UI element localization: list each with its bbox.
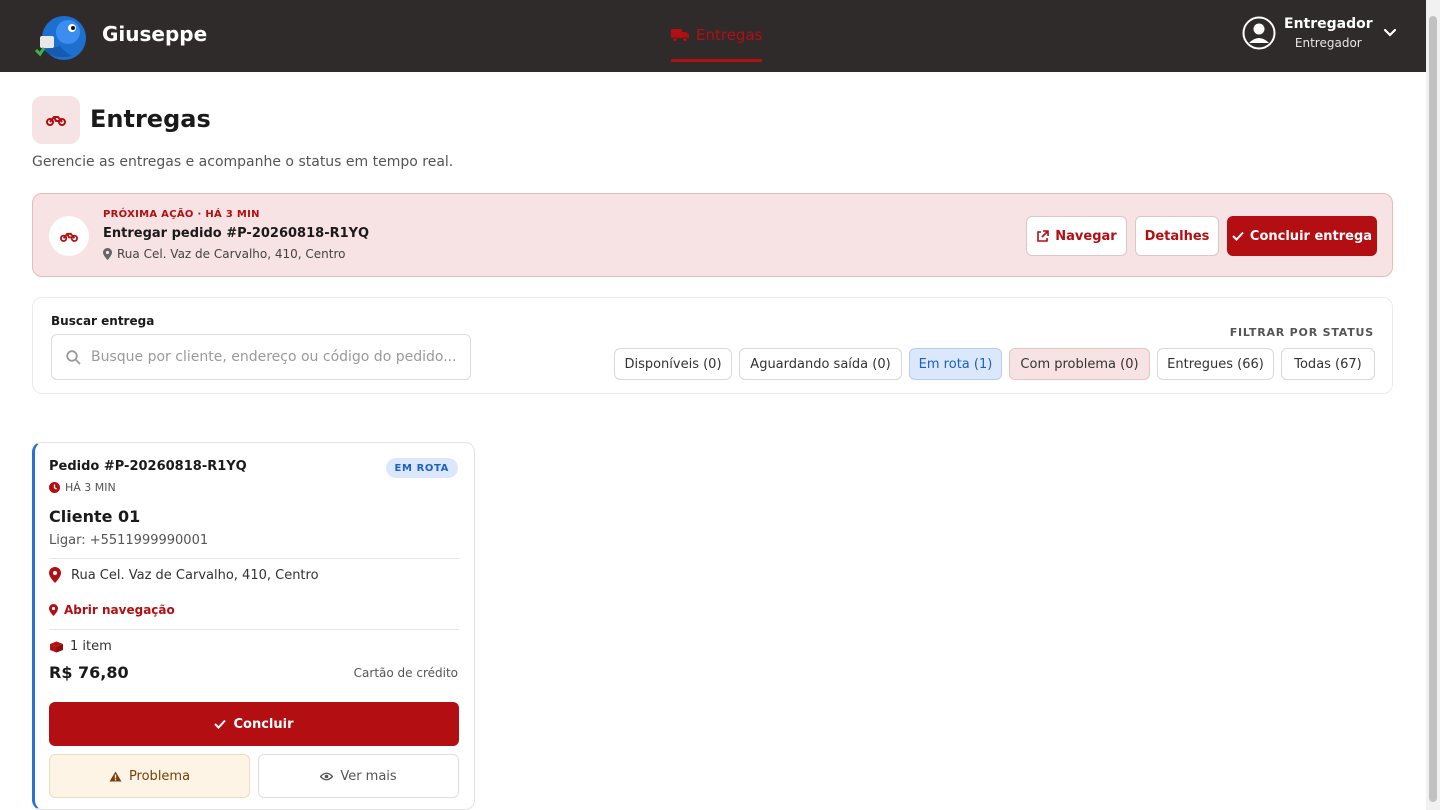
search-input[interactable] xyxy=(91,349,461,365)
card-phone-link[interactable]: Ligar: +5511999990001 xyxy=(49,533,208,548)
card-time: HÁ 3 MIN xyxy=(49,481,116,494)
map-pin-icon xyxy=(49,567,61,583)
next-action-address: Rua Cel. Vaz de Carvalho, 410, Centro xyxy=(103,247,346,261)
filter-chip-aguardando-saida[interactable]: Aguardando saída (0) xyxy=(739,348,902,380)
tab-entregas-label: Entregas xyxy=(696,26,763,44)
next-action-kicker: PRÓXIMA AÇÃO · HÁ 3 MIN xyxy=(103,209,260,220)
details-button[interactable]: Detalhes xyxy=(1135,216,1219,256)
page-icon xyxy=(32,96,80,144)
filter-status-title: FILTRAR POR STATUS xyxy=(1229,326,1374,339)
box-icon xyxy=(50,641,63,652)
search-icon xyxy=(66,349,81,365)
user-avatar-icon xyxy=(1242,16,1276,50)
conclude-delivery-button[interactable]: Concluir entrega xyxy=(1227,216,1377,256)
details-button-label: Detalhes xyxy=(1144,228,1210,244)
chevron-down-icon[interactable] xyxy=(1383,28,1397,38)
page-title: Entregas xyxy=(90,105,211,133)
filter-chip-em-rota[interactable]: Em rota (1) xyxy=(909,348,1002,380)
user-name: Entregador xyxy=(1284,16,1373,32)
external-link-icon xyxy=(1037,229,1050,242)
filter-panel: Buscar entrega FILTRAR POR STATUS Dispon… xyxy=(32,297,1393,394)
motorcycle-icon xyxy=(46,116,66,126)
navigate-button-label: Navegar xyxy=(1055,228,1117,244)
motorcycle-icon xyxy=(60,232,78,242)
tab-entregas[interactable]: Entregas xyxy=(671,26,763,62)
scrollbar-thumb[interactable] xyxy=(1429,16,1437,802)
next-action-icon-wrap xyxy=(49,216,89,256)
search-box[interactable] xyxy=(51,334,471,380)
conclude-delivery-label: Concluir entrega xyxy=(1249,228,1373,244)
chameleon-logo-icon[interactable] xyxy=(34,10,90,64)
user-role: Entregador xyxy=(1294,36,1362,50)
user-info: Entregador Entregador xyxy=(1284,16,1373,50)
map-pin-icon xyxy=(49,604,58,616)
check-icon xyxy=(1232,231,1244,241)
top-bar: Giuseppe Entregas Entregador Entregador xyxy=(0,0,1426,72)
clock-icon xyxy=(49,482,60,493)
card-time-text: HÁ 3 MIN xyxy=(65,481,116,494)
card-items-text: 1 item xyxy=(70,639,112,654)
card-address-text: Rua Cel. Vaz de Carvalho, 410, Centro xyxy=(71,567,319,583)
card-client-name: Cliente 01 xyxy=(49,507,141,526)
view-more-label: Ver mais xyxy=(340,768,397,784)
card-price: R$ 76,80 xyxy=(49,663,129,682)
warning-icon xyxy=(109,771,122,781)
page-subtitle: Gerencie as entregas e acompanhe o statu… xyxy=(32,154,454,170)
page-scrollbar[interactable] xyxy=(1426,0,1440,810)
delivery-card: Pedido #P-20260818-R1YQ EM ROTA HÁ 3 MIN… xyxy=(32,442,475,810)
card-payment-method: Cartão de crédito xyxy=(353,666,458,680)
search-label: Buscar entrega xyxy=(51,314,155,328)
next-action-address-text: Rua Cel. Vaz de Carvalho, 410, Centro xyxy=(117,247,346,261)
conclude-button[interactable]: Concluir xyxy=(49,702,459,746)
open-navigation-link[interactable]: Abrir navegação xyxy=(49,603,175,617)
next-action-title: Entregar pedido #P-20260818-R1YQ xyxy=(103,226,370,241)
filter-chip-entregues[interactable]: Entregues (66) xyxy=(1157,348,1274,380)
card-divider xyxy=(49,629,459,630)
status-badge: EM ROTA xyxy=(385,458,458,478)
eye-icon xyxy=(320,772,334,780)
card-items: 1 item xyxy=(49,639,112,654)
card-divider xyxy=(49,558,459,559)
next-action-banner: PRÓXIMA AÇÃO · HÁ 3 MIN Entregar pedido … xyxy=(32,193,1393,277)
user-menu[interactable]: Entregador Entregador xyxy=(1242,16,1397,50)
brand-name: Giuseppe xyxy=(102,22,208,46)
report-problem-button[interactable]: Problema xyxy=(49,754,250,798)
navigate-button[interactable]: Navegar xyxy=(1026,216,1127,256)
view-more-button[interactable]: Ver mais xyxy=(258,754,459,798)
filter-chip-disponiveis[interactable]: Disponíveis (0) xyxy=(614,348,732,380)
filter-chip-com-problema[interactable]: Com problema (0) xyxy=(1009,348,1150,380)
card-address: Rua Cel. Vaz de Carvalho, 410, Centro xyxy=(49,567,319,583)
card-order-id: Pedido #P-20260818-R1YQ xyxy=(49,459,247,474)
filter-chip-todas[interactable]: Todas (67) xyxy=(1281,348,1375,380)
map-pin-icon xyxy=(103,248,112,260)
report-problem-label: Problema xyxy=(128,768,191,784)
truck-icon xyxy=(671,29,689,42)
check-icon xyxy=(214,719,227,729)
open-navigation-label: Abrir navegação xyxy=(64,603,175,617)
conclude-button-label: Concluir xyxy=(233,716,294,732)
